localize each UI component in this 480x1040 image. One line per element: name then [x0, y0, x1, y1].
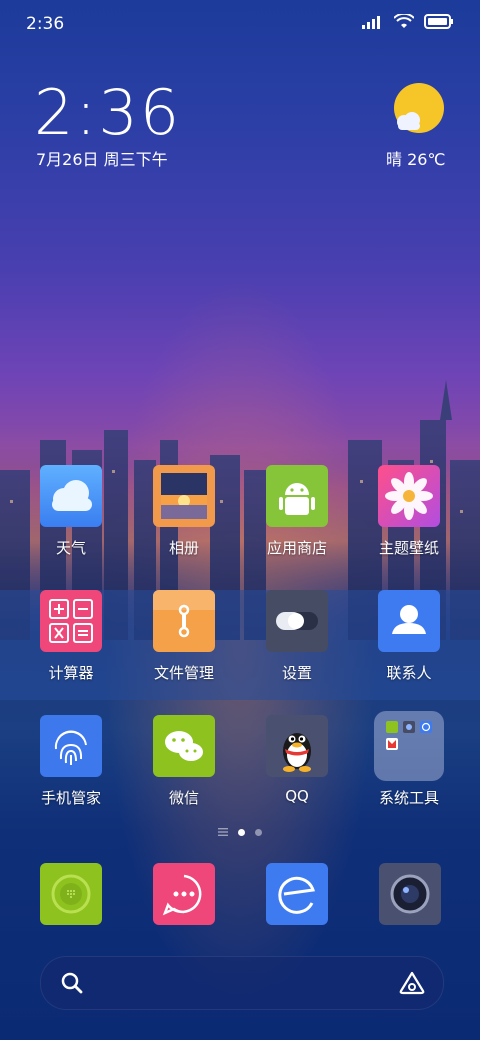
android-store-icon: [266, 465, 328, 527]
app-label: 微信: [168, 789, 199, 807]
app-label: 文件管理: [153, 664, 214, 682]
search-icon: [61, 972, 83, 994]
app-calculator[interactable]: 计算器: [21, 590, 121, 683]
app-weather[interactable]: 天气: [21, 465, 121, 558]
messages-icon[interactable]: [153, 863, 215, 925]
app-gallery[interactable]: 相册: [134, 465, 234, 558]
qq-penguin-icon: [266, 715, 328, 777]
app-label: QQ: [285, 787, 309, 805]
wifi-icon: [394, 14, 414, 28]
search-bar[interactable]: [40, 956, 444, 1010]
app-phone-manager[interactable]: 手机管家: [21, 715, 121, 808]
file-manager-icon: [153, 590, 215, 652]
gallery-icon: [153, 465, 215, 527]
app-qq[interactable]: QQ: [247, 715, 347, 805]
app-label: 手机管家: [40, 789, 101, 807]
weather-cloud-icon: [40, 465, 102, 527]
app-label: 相册: [168, 539, 199, 557]
folder-icon: [374, 711, 444, 781]
calculator-icon: [40, 590, 102, 652]
status-time: 2:36: [26, 14, 65, 34]
clock-widget-date: 7月26日 周三下午: [36, 150, 168, 169]
app-contacts[interactable]: 联系人: [359, 590, 459, 683]
signal-icon: [362, 15, 380, 29]
clock-widget-time[interactable]: 2:36: [34, 76, 181, 149]
page-dot[interactable]: [255, 828, 262, 836]
app-label: 设置: [281, 664, 312, 682]
app-label: 计算器: [48, 664, 94, 682]
app-label: 天气: [55, 539, 86, 557]
wechat-icon: [153, 715, 215, 777]
app-label: 主题壁纸: [378, 539, 439, 557]
app-store[interactable]: 应用商店: [247, 465, 347, 558]
battery-icon: [424, 14, 453, 29]
settings-toggle-icon: [266, 590, 328, 652]
fingerprint-icon: [40, 715, 102, 777]
page-indicator[interactable]: [0, 828, 480, 836]
page-dot-active[interactable]: [238, 828, 245, 836]
app-wechat[interactable]: 微信: [134, 715, 234, 808]
app-label: 联系人: [386, 664, 432, 682]
theme-flower-icon: [378, 465, 440, 527]
camera-icon[interactable]: [379, 863, 441, 925]
app-settings[interactable]: 设置: [247, 590, 347, 683]
status-bar: 2:36: [0, 0, 480, 50]
app-label: 系统工具: [378, 789, 439, 807]
app-file-manager[interactable]: 文件管理: [134, 590, 234, 683]
app-folder-system-tools[interactable]: 系统工具: [359, 711, 459, 808]
browser-icon[interactable]: [266, 863, 328, 925]
phone-icon[interactable]: [40, 863, 102, 925]
app-themes[interactable]: 主题壁纸: [359, 465, 459, 558]
sunny-cloud-icon[interactable]: [388, 82, 446, 140]
menu-lines-icon: [218, 828, 228, 836]
contacts-icon: [378, 590, 440, 652]
assistant-icon[interactable]: [399, 971, 425, 995]
app-label: 应用商店: [266, 539, 327, 557]
weather-text: 晴 26℃: [386, 150, 446, 169]
